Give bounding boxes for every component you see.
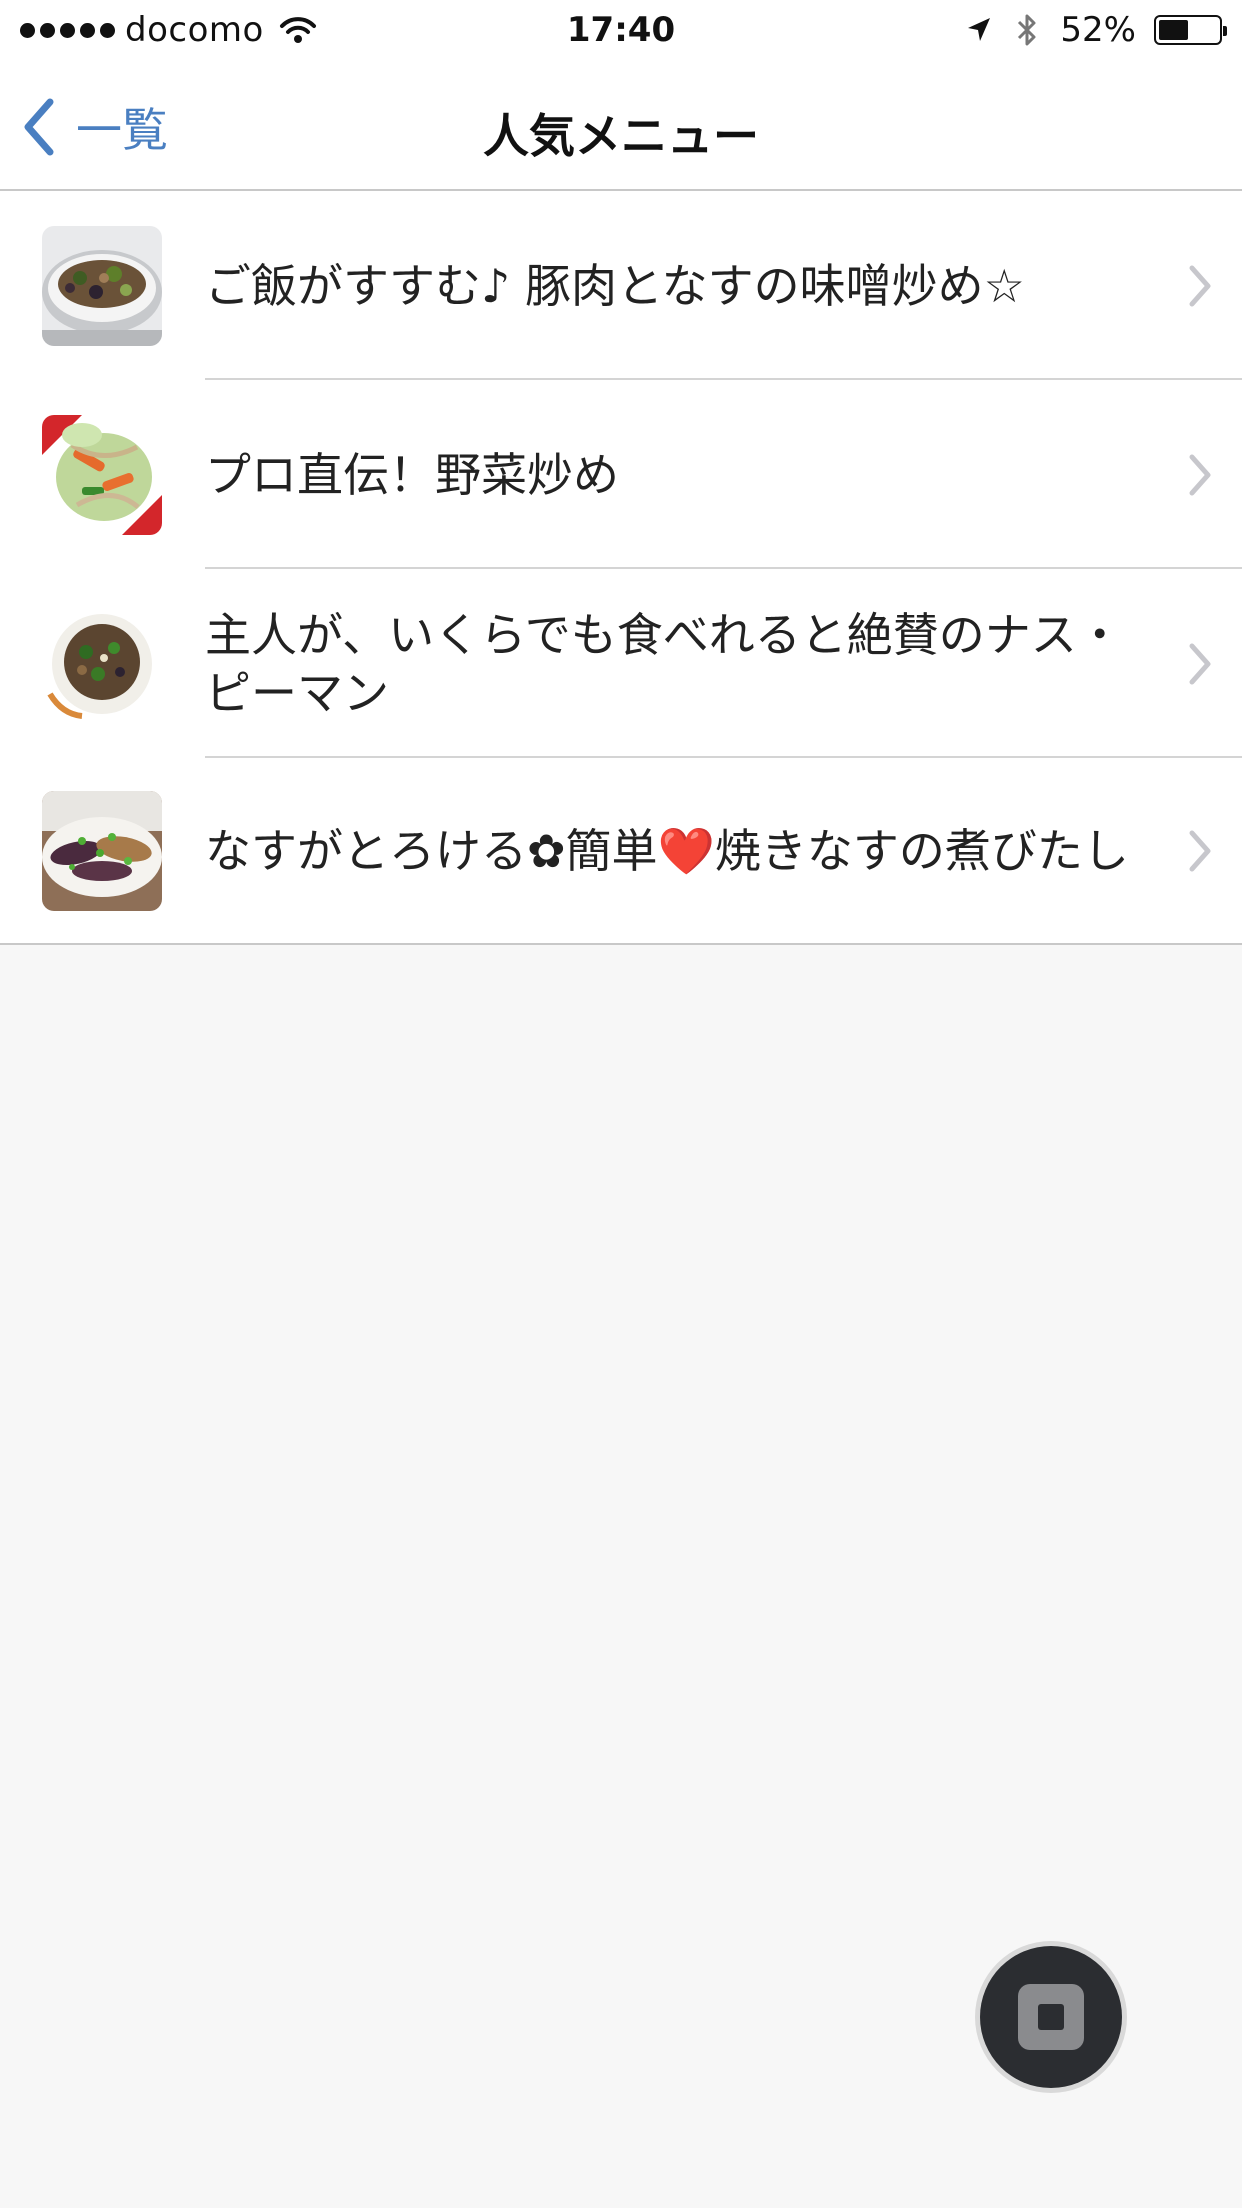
menu-list: ご飯がすすむ♪ 豚肉となすの味噌炒め☆ プロ直伝！野菜炒め 主人が、いくらでも食… xyxy=(0,191,1242,945)
recipe-thumbnail xyxy=(42,603,162,724)
battery-percent: 52% xyxy=(1060,10,1136,50)
list-item[interactable]: プロ直伝！野菜炒め xyxy=(0,380,1242,569)
grilled-eggplant-photo xyxy=(42,790,162,911)
list-item[interactable]: なすがとろける✿簡単❤️焼きなすの煮びたし xyxy=(0,758,1242,943)
stir-fried-vegetables-photo xyxy=(42,414,162,535)
recipe-title: なすがとろける✿簡単❤️焼きなすの煮びたし xyxy=(205,823,1129,878)
pork-eggplant-miso-photo xyxy=(42,225,162,346)
floating-stop-button[interactable] xyxy=(975,1941,1127,2093)
recipe-thumbnail xyxy=(42,790,162,911)
recipe-title: プロ直伝！野菜炒め xyxy=(205,447,619,502)
status-right: 52% xyxy=(964,10,1227,50)
recipe-title: ご飯がすすむ♪ 豚肉となすの味噌炒め☆ xyxy=(205,258,1025,313)
recipe-thumbnail xyxy=(42,414,162,535)
page-title: 人気メニュー xyxy=(483,109,759,163)
location-arrow-icon xyxy=(968,18,991,41)
list-item[interactable]: ご飯がすすむ♪ 豚肉となすの味噌炒め☆ xyxy=(0,191,1242,380)
screen: docomo 17:40 52% 一覧 人気メニュー ご飯がすすむ♪ 豚肉となす… xyxy=(0,0,1242,2208)
chevron-right-icon xyxy=(1189,265,1211,306)
stop-icon xyxy=(1018,1984,1084,2050)
bluetooth-icon xyxy=(1018,14,1036,46)
battery-icon xyxy=(1154,15,1227,45)
status-bar: docomo 17:40 52% xyxy=(0,0,1242,62)
list-item[interactable]: 主人が、いくらでも食べれると絶賛のナス・ピーマン xyxy=(0,569,1242,758)
eggplant-pepper-photo xyxy=(42,603,162,724)
chevron-right-icon xyxy=(1189,454,1211,495)
chevron-right-icon xyxy=(1189,830,1211,871)
battery-fill xyxy=(1159,20,1189,40)
recipe-title: 主人が、いくらでも食べれると絶賛のナス・ピーマン xyxy=(205,607,1123,720)
chevron-right-icon xyxy=(1189,643,1211,684)
navigation-bar: 一覧 人気メニュー xyxy=(0,62,1242,191)
recipe-thumbnail xyxy=(42,225,162,346)
